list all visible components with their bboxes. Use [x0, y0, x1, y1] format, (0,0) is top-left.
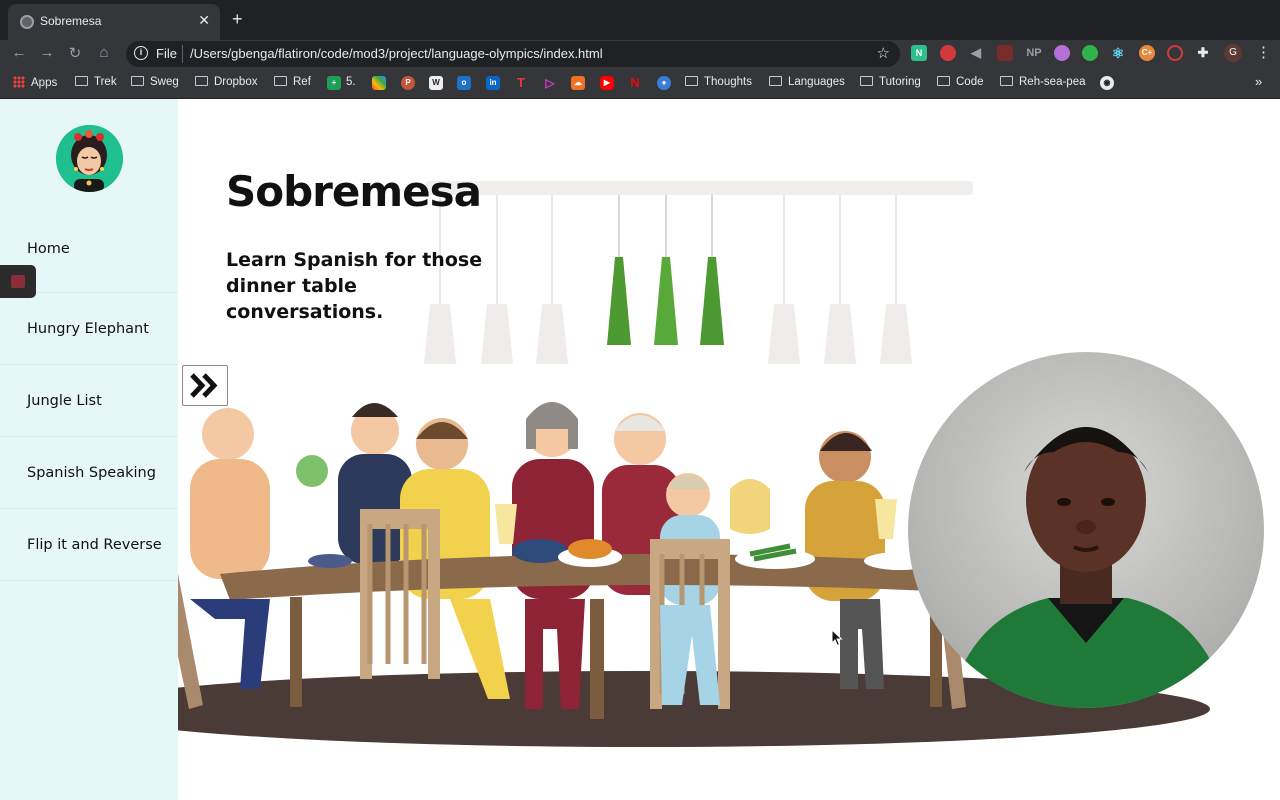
- tab-favicon-icon: [20, 15, 34, 29]
- bookmark-tutoring-label: Tutoring: [879, 76, 921, 88]
- sheets-icon: +: [327, 76, 341, 90]
- bookmark-star-icon[interactable]: ☆: [877, 44, 890, 62]
- stop-recording-icon: [11, 275, 25, 288]
- extension-react-icon[interactable]: ⚛: [1110, 45, 1126, 61]
- folder-icon: [195, 76, 208, 86]
- bookmark-sweg[interactable]: Sweg: [131, 76, 179, 88]
- bookmark-reddit-icon[interactable]: ●: [657, 76, 671, 90]
- bookmark-languages-label: Languages: [788, 76, 845, 88]
- double-chevron-right-icon: [190, 373, 218, 398]
- sidebar: Home Hungry Elephant Jungle List Spanish…: [0, 99, 178, 800]
- bookmark-tutoring[interactable]: Tutoring: [860, 76, 921, 88]
- folder-icon: [685, 76, 698, 86]
- bookmark-ref-label: Ref: [293, 76, 311, 88]
- sidebar-item-spanish-speaking[interactable]: Spanish Speaking: [0, 437, 178, 509]
- apps-grid-icon: [13, 76, 25, 88]
- extension-notion-icon[interactable]: N: [911, 45, 927, 61]
- site-info-icon[interactable]: i: [134, 46, 148, 60]
- bookmark-play-icon[interactable]: ▷: [543, 76, 557, 90]
- bookmark-netflix-icon[interactable]: N: [628, 76, 642, 90]
- extension-volume-icon[interactable]: ◀: [968, 45, 984, 61]
- page-subtitle: Learn Spanish for those dinner table con…: [226, 249, 483, 323]
- tab-title: Sobremesa: [40, 14, 102, 28]
- bookmark-code-label: Code: [956, 76, 984, 88]
- tab-close-icon[interactable]: ✕: [198, 12, 210, 29]
- bookmark-p-icon[interactable]: P: [401, 76, 415, 90]
- sidebar-item-hungry-elephant[interactable]: Hungry Elephant: [0, 293, 178, 365]
- bookmark-apps-label: Apps: [31, 77, 58, 89]
- sidebar-item-label: Jungle List: [27, 393, 102, 409]
- new-tab-icon[interactable]: +: [232, 9, 243, 30]
- address-scheme: File: [156, 46, 177, 61]
- sidebar-item-flip-it-and-reverse[interactable]: Flip it and Reverse: [0, 509, 178, 581]
- stop-recording-button[interactable]: [0, 265, 36, 298]
- bookmark-colorful-icon[interactable]: [372, 76, 386, 90]
- mouse-cursor-icon: [831, 629, 843, 647]
- browser-tab[interactable]: Sobremesa ✕: [8, 4, 220, 40]
- sidebar-item-jungle-list[interactable]: Jungle List: [0, 365, 178, 437]
- bookmark-languages[interactable]: Languages: [769, 76, 845, 88]
- folder-icon: [75, 76, 88, 86]
- bookmark-t-icon[interactable]: T: [514, 76, 528, 90]
- webcam-person-image: [908, 352, 1264, 708]
- extension-target-icon[interactable]: [1167, 45, 1183, 61]
- bookmark-trek[interactable]: Trek: [75, 76, 117, 88]
- bookmark-reh-sea-pea[interactable]: Reh-sea-pea: [1000, 76, 1085, 88]
- folder-icon: [274, 76, 287, 86]
- bookmark-apps[interactable]: Apps: [13, 76, 57, 89]
- folder-icon: [860, 76, 873, 86]
- avatar: [56, 125, 123, 192]
- bookmark-github-icon[interactable]: ◉: [1100, 76, 1114, 90]
- folder-icon: [131, 76, 144, 86]
- address-bar[interactable]: i File /Users/gbenga/flatiron/code/mod3/…: [126, 41, 900, 67]
- reload-icon[interactable]: ↻: [65, 44, 85, 62]
- bookmark-soundcloud-icon[interactable]: ☁: [571, 76, 585, 90]
- expand-sidebar-button[interactable]: [182, 365, 228, 406]
- home-icon[interactable]: ⌂: [94, 44, 114, 61]
- extension-cplus-icon[interactable]: C+: [1139, 45, 1155, 61]
- webcam-overlay[interactable]: [908, 352, 1264, 708]
- folder-icon: [1000, 76, 1013, 86]
- back-icon[interactable]: ←: [9, 44, 29, 61]
- frida-avatar-icon: [56, 125, 123, 192]
- bookmark-five[interactable]: +5.: [327, 76, 356, 90]
- forward-icon[interactable]: →: [37, 44, 57, 61]
- ceiling-rail: [425, 181, 973, 195]
- page-content: Home Hungry Elephant Jungle List Spanish…: [0, 99, 1280, 800]
- bookmark-thoughts[interactable]: Thoughts: [685, 76, 752, 88]
- bookmark-ref[interactable]: Ref: [274, 76, 311, 88]
- browser-menu-icon[interactable]: ⋮: [1256, 43, 1271, 61]
- folder-icon: [937, 76, 950, 86]
- folder-icon: [769, 76, 782, 86]
- profile-avatar[interactable]: G: [1224, 44, 1242, 62]
- sidebar-item-label: Spanish Speaking: [27, 465, 156, 481]
- bookmark-outlook-icon[interactable]: o: [457, 76, 471, 90]
- bookmark-reh-sea-pea-label: Reh-sea-pea: [1019, 76, 1086, 88]
- bookmark-linkedin-icon[interactable]: in: [486, 76, 500, 90]
- extension-np-icon[interactable]: NP: [1023, 45, 1045, 61]
- bookmark-dropbox[interactable]: Dropbox: [195, 76, 257, 88]
- bookmark-sweg-label: Sweg: [150, 76, 179, 88]
- extension-github-icon[interactable]: [1082, 45, 1098, 61]
- bookmark-thoughts-label: Thoughts: [704, 76, 752, 88]
- address-url[interactable]: /Users/gbenga/flatiron/code/mod3/project…: [190, 46, 603, 61]
- sidebar-item-label: Hungry Elephant: [27, 321, 149, 337]
- tab-strip: Sobremesa ✕ +: [0, 0, 1280, 40]
- extensions-puzzle-icon[interactable]: ✚: [1195, 45, 1211, 61]
- address-divider: [182, 45, 183, 63]
- bookmarks-overflow-icon[interactable]: »: [1255, 74, 1262, 89]
- bookmark-wikipedia-icon[interactable]: W: [429, 76, 443, 90]
- bookmarks-bar: Apps Trek Sweg Dropbox Ref +5. P W o in …: [0, 68, 1280, 99]
- sidebar-item-label: Flip it and Reverse: [27, 537, 162, 553]
- extension-red-icon[interactable]: [997, 45, 1013, 61]
- bookmark-code[interactable]: Code: [937, 76, 984, 88]
- browser-toolbar: ← → ↻ ⌂ i File /Users/gbenga/flatiron/co…: [0, 40, 1280, 68]
- extension-play-icon[interactable]: [1054, 45, 1070, 61]
- bookmark-dropbox-label: Dropbox: [214, 76, 258, 88]
- bookmark-five-label: 5.: [346, 76, 356, 88]
- bookmark-youtube-icon[interactable]: ▶: [600, 76, 614, 90]
- extension-record-icon[interactable]: [940, 45, 956, 61]
- bookmark-trek-label: Trek: [94, 76, 117, 88]
- page-title: Sobremesa: [226, 167, 482, 216]
